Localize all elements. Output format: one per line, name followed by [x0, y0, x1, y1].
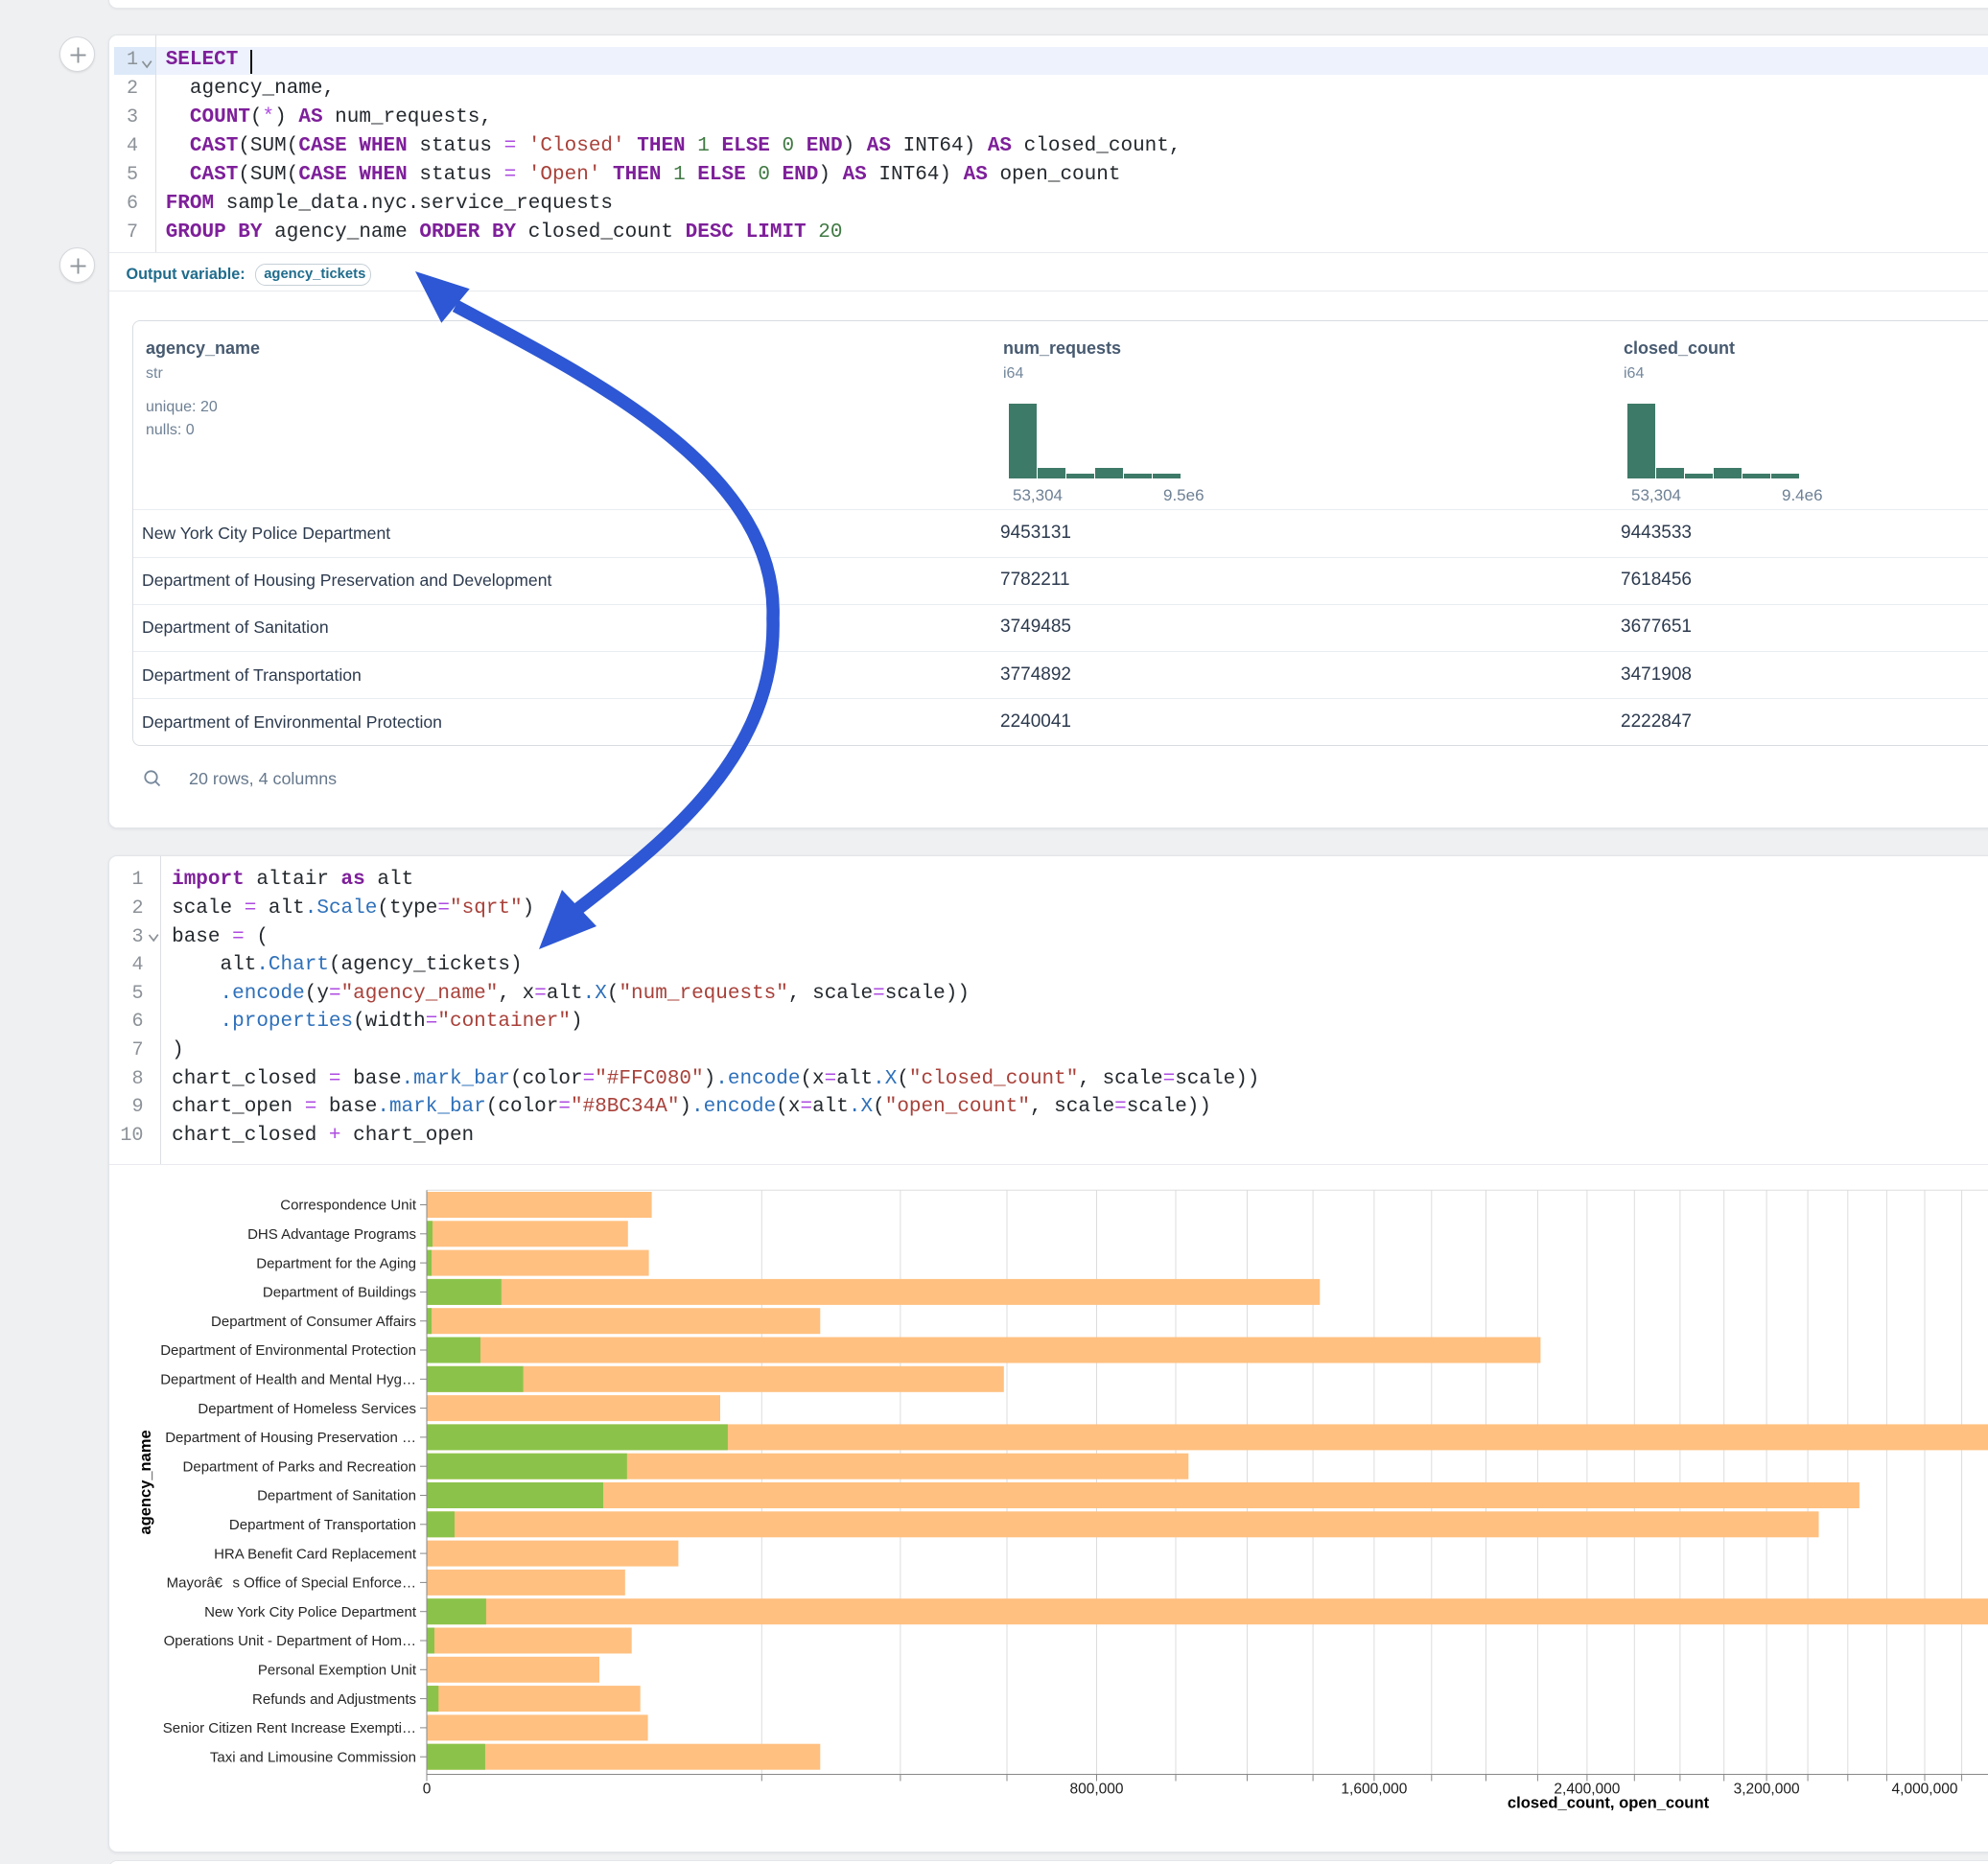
svg-text:Department of Housing Preserva: Department of Housing Preservation … [165, 1430, 416, 1446]
svg-text:800,000: 800,000 [1069, 1782, 1123, 1798]
svg-text:Department of Health and Menta: Department of Health and Mental Hyg… [160, 1372, 416, 1388]
svg-text:Refunds and Adjustments: Refunds and Adjustments [252, 1691, 416, 1708]
svg-text:DHS Advantage Programs: DHS Advantage Programs [247, 1226, 416, 1243]
svg-text:Department of Consumer Affairs: Department of Consumer Affairs [211, 1314, 416, 1330]
svg-text:Department of Parks and Recrea: Department of Parks and Recreation [183, 1458, 416, 1475]
svg-text:Operations Unit - Department o: Operations Unit - Department of Hom… [164, 1633, 416, 1649]
svg-text:Taxi and Limousine Commission: Taxi and Limousine Commission [210, 1749, 416, 1765]
svg-text:closed_count, open_count: closed_count, open_count [1508, 1794, 1710, 1812]
svg-text:Department of Homeless Service: Department of Homeless Services [198, 1401, 416, 1417]
svg-text:Senior Citizen Rent Increase E: Senior Citizen Rent Increase Exempti… [163, 1720, 416, 1736]
svg-text:HRA Benefit Card Replacement: HRA Benefit Card Replacement [214, 1546, 417, 1562]
svg-text:4,000,000: 4,000,000 [1892, 1782, 1958, 1798]
svg-text:Mayorâ€ s Office of Special E: Mayorâ€ s Office of Special Enforce… [167, 1575, 416, 1592]
svg-text:Department of Buildings: Department of Buildings [263, 1285, 416, 1301]
svg-text:agency_name: agency_name [137, 1430, 154, 1534]
svg-text:Department of Environmental Pr: Department of Environmental Protection [160, 1342, 416, 1359]
svg-text:Correspondence Unit: Correspondence Unit [280, 1198, 417, 1214]
svg-text:Department for the Aging: Department for the Aging [256, 1255, 416, 1271]
svg-text:Department of Transportation: Department of Transportation [229, 1517, 416, 1533]
svg-text:Department of Sanitation: Department of Sanitation [257, 1488, 416, 1504]
svg-text:3,200,000: 3,200,000 [1734, 1782, 1800, 1798]
svg-text:New York City Police Departmen: New York City Police Department [204, 1604, 417, 1620]
svg-text:Personal Exemption Unit: Personal Exemption Unit [258, 1663, 417, 1679]
svg-text:0: 0 [423, 1782, 432, 1798]
svg-text:1,600,000: 1,600,000 [1341, 1782, 1407, 1798]
